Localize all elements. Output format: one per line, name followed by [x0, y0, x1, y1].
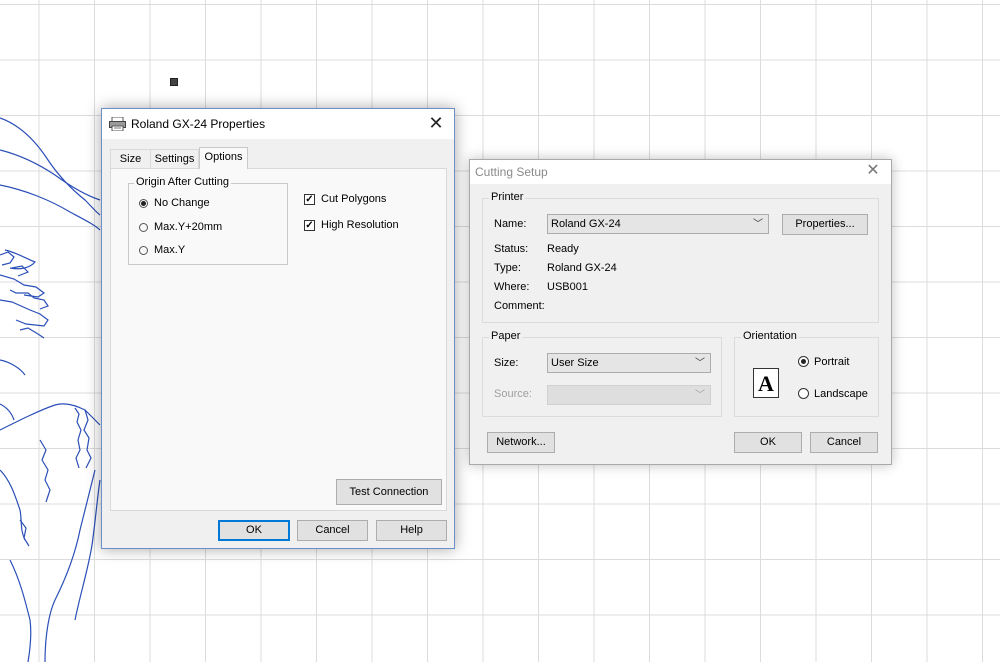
status-value: Ready [547, 243, 579, 255]
size-label: Size: [494, 357, 519, 369]
name-label: Name: [494, 218, 527, 230]
max-y-20mm-label: Max.Y+20mm [154, 221, 223, 233]
roland-cancel-button[interactable]: Cancel [297, 520, 368, 541]
chevron-down-icon: ﹀ [695, 358, 705, 369]
cutting-ok-button[interactable]: OK [734, 432, 802, 453]
tab-options[interactable]: Options [199, 147, 248, 169]
no-change-radio[interactable] [139, 199, 148, 208]
roland-titlebar[interactable]: Roland GX-24 Properties ✕ [102, 109, 454, 139]
status-label: Status: [494, 243, 529, 255]
printer-name-value: Roland GX-24 [551, 218, 621, 230]
high-resolution-checkbox[interactable]: ✓ [304, 220, 315, 231]
tab-size[interactable]: Size [110, 149, 151, 169]
paper-group: Paper Size: User Size ﹀ Source: ﹀ [482, 330, 722, 417]
cutting-dialog-title: Cutting Setup [475, 165, 548, 179]
cut-polygons-checkbox[interactable]: ✓ [304, 194, 315, 205]
where-label: Where: [494, 281, 530, 293]
orientation-group: Orientation A Portrait Landscape [734, 330, 879, 417]
printer-name-select[interactable]: Roland GX-24 ﹀ [547, 214, 769, 234]
max-y-label: Max.Y [154, 244, 186, 256]
landscape-label: Landscape [814, 388, 868, 400]
no-change-label: No Change [154, 197, 210, 209]
printer-group-label: Printer [489, 191, 526, 203]
paper-source-select[interactable]: ﹀ [547, 385, 711, 405]
network-button[interactable]: Network... [487, 432, 555, 453]
high-resolution-label: High Resolution [321, 219, 399, 231]
max-y-20mm-radio[interactable] [139, 223, 148, 232]
cut-polygons-label: Cut Polygons [321, 193, 387, 205]
portrait-radio[interactable] [798, 356, 809, 367]
portrait-page-icon: A [753, 368, 779, 398]
page-icon-letter: A [758, 371, 774, 396]
roland-close-button[interactable]: ✕ [426, 114, 446, 134]
printer-icon [109, 117, 126, 131]
paper-size-select[interactable]: User Size ﹀ [547, 353, 711, 373]
type-label: Type: [494, 262, 521, 274]
cutting-setup-dialog: Cutting Setup ✕ Printer Name: Roland GX-… [469, 159, 892, 465]
roland-help-button[interactable]: Help [376, 520, 447, 541]
options-panel: Origin After Cutting No Change Max.Y+20m… [110, 168, 447, 511]
printer-group: Printer Name: Roland GX-24 ﹀ Properties.… [482, 191, 879, 323]
properties-button[interactable]: Properties... [782, 214, 868, 235]
tab-settings[interactable]: Settings [150, 149, 199, 169]
paper-group-label: Paper [489, 330, 523, 342]
roland-properties-dialog: Roland GX-24 Properties ✕ Size Settings … [101, 108, 455, 549]
chevron-down-icon: ﹀ [695, 390, 705, 401]
orientation-group-label: Orientation [741, 330, 799, 342]
comment-label: Comment: [494, 300, 545, 312]
origin-group-label: Origin After Cutting [134, 176, 231, 188]
chevron-down-icon: ﹀ [753, 219, 763, 230]
origin-after-cutting-group: Origin After Cutting No Change Max.Y+20m… [128, 176, 288, 265]
cutting-close-button[interactable]: ✕ [863, 162, 883, 182]
roland-ok-button[interactable]: OK [218, 520, 290, 541]
type-value: Roland GX-24 [547, 262, 617, 274]
roland-dialog-title: Roland GX-24 Properties [131, 117, 266, 131]
cutting-titlebar[interactable]: Cutting Setup ✕ [470, 160, 891, 184]
cutting-cancel-button[interactable]: Cancel [810, 432, 878, 453]
portrait-label: Portrait [814, 356, 850, 368]
source-label: Source: [494, 388, 532, 400]
landscape-radio[interactable] [798, 388, 809, 399]
max-y-radio[interactable] [139, 246, 148, 255]
paper-size-value: User Size [551, 357, 599, 369]
selection-handle[interactable] [170, 78, 178, 86]
where-value: USB001 [547, 281, 588, 293]
test-connection-button[interactable]: Test Connection [336, 479, 442, 505]
